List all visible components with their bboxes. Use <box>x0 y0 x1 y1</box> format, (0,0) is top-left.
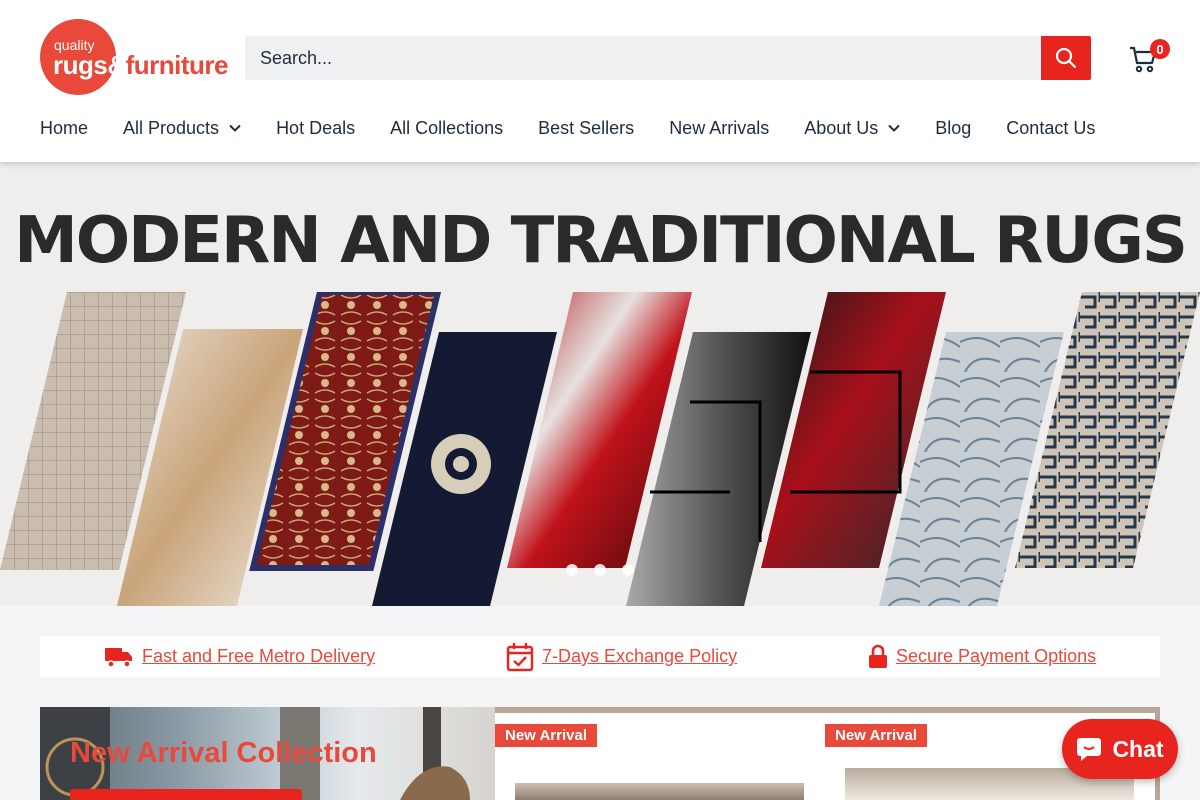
nav-item-blog[interactable]: Blog <box>935 118 971 139</box>
nav-label: Best Sellers <box>538 117 635 138</box>
nav-label: Home <box>40 117 89 138</box>
hero-slideshow[interactable]: MODERN AND TRADITIONAL RUGS <box>0 162 1200 606</box>
feature-exchange: 7-Days Exchange Policy <box>506 636 737 677</box>
nav-label: All Collections <box>390 117 504 138</box>
feature-delivery: Fast and Free Metro Delivery <box>104 636 375 677</box>
logo-main-text: rugs&furniture <box>53 50 229 81</box>
nav-label: Blog <box>935 117 972 138</box>
slide-dot-2[interactable] <box>594 564 606 576</box>
nav-label: Hot Deals <box>276 117 356 138</box>
store-logo[interactable]: quality rugs&furniture <box>40 19 229 95</box>
nav-label: All Products <box>123 117 220 138</box>
nav-item-contact-us[interactable]: Contact Us <box>1006 118 1095 139</box>
product-card[interactable]: New Arrival <box>495 713 825 800</box>
nav-item-best-sellers[interactable]: Best Sellers <box>538 118 634 139</box>
cart-count-badge: 0 <box>1150 39 1170 59</box>
main-nav: Home All Products Hot Deals All Collecti… <box>40 116 1130 140</box>
chat-bubble-icon <box>1077 738 1102 761</box>
promo-shop-button[interactable] <box>70 789 302 800</box>
logo-main-part: rugs& <box>53 50 126 80</box>
promo-title: New Arrival Collection <box>70 737 377 769</box>
site-header: quality rugs&furniture 0 Home All Produc… <box>0 0 1200 162</box>
new-arrival-section: New Arrival Collection New Arrival New A… <box>40 707 1160 800</box>
feature-payment: Secure Payment Options <box>868 636 1096 677</box>
nav-item-all-collections[interactable]: All Collections <box>390 118 503 139</box>
cart-button[interactable]: 0 <box>1128 39 1174 74</box>
chat-label: Chat <box>1112 735 1164 762</box>
chevron-down-icon <box>888 124 900 132</box>
search-icon <box>1055 47 1077 69</box>
slide-dot-1[interactable] <box>566 564 578 576</box>
rug-collage-image <box>0 292 1200 606</box>
slideshow-dots <box>566 564 634 576</box>
nav-label: New Arrivals <box>669 117 770 138</box>
nav-label: Contact Us <box>1006 117 1096 138</box>
nav-item-hot-deals[interactable]: Hot Deals <box>276 118 355 139</box>
new-arrival-badge: New Arrival <box>495 724 597 747</box>
feature-payment-link[interactable]: Secure Payment Options <box>896 646 1096 667</box>
nav-item-about-us[interactable]: About Us <box>804 118 900 139</box>
calendar-check-icon <box>506 642 534 671</box>
feature-delivery-link[interactable]: Fast and Free Metro Delivery <box>142 646 375 667</box>
hero-title: MODERN AND TRADITIONAL RUGS <box>14 204 1188 278</box>
logo-tail-part: furniture <box>125 50 229 80</box>
nav-item-all-products[interactable]: All Products <box>123 118 241 139</box>
chat-button[interactable]: Chat <box>1062 719 1178 779</box>
chevron-down-icon <box>229 124 241 132</box>
truck-icon <box>105 647 132 668</box>
product-image <box>515 783 804 800</box>
nav-item-new-arrivals[interactable]: New Arrivals <box>669 118 769 139</box>
search-input[interactable] <box>245 36 1041 80</box>
slide-dot-3[interactable] <box>622 564 634 576</box>
new-arrival-badge: New Arrival <box>825 724 927 747</box>
features-bar: Fast and Free Metro Delivery 7-Days Exch… <box>40 636 1160 677</box>
promo-banner-image: New Arrival Collection <box>40 707 495 800</box>
search-bar <box>245 36 1091 80</box>
nav-label: About Us <box>804 117 879 138</box>
nav-item-home[interactable]: Home <box>40 118 88 139</box>
search-button[interactable] <box>1041 36 1091 80</box>
lock-icon <box>869 644 887 668</box>
feature-exchange-link[interactable]: 7-Days Exchange Policy <box>542 646 737 667</box>
